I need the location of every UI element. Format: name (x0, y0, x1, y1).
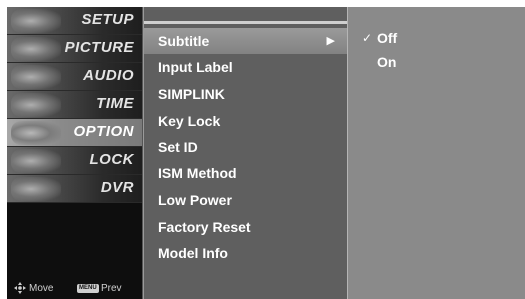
category-label: TIME (96, 95, 134, 112)
audio-speaker-icon (11, 65, 61, 89)
submenu-item-factory-reset[interactable]: Factory Reset (144, 214, 347, 240)
submenu-item-ism-method[interactable]: ISM Method (144, 160, 347, 186)
submenu-item-label: Input Label (158, 59, 233, 75)
option-on[interactable]: On (348, 50, 525, 74)
submenu-item-set-id[interactable]: Set ID (144, 134, 347, 160)
navigation-hint: Move MENU Prev (7, 277, 142, 299)
submenu-item-subtitle[interactable]: Subtitle ▶ (144, 28, 347, 54)
category-dvr[interactable]: DVR (7, 175, 142, 203)
option-off[interactable]: ✓ Off (348, 26, 525, 50)
submenu-item-key-lock[interactable]: Key Lock (144, 108, 347, 134)
submenu-item-label: Subtitle (158, 33, 210, 49)
time-clock-icon (11, 93, 61, 117)
move-arrows-icon (14, 282, 26, 294)
category-label: LOCK (89, 151, 134, 168)
dvr-disc-icon (11, 177, 61, 201)
category-picture[interactable]: PICTURE (7, 35, 142, 63)
category-label: SETUP (81, 11, 134, 28)
submenu-item-model-info[interactable]: Model Info (144, 240, 347, 266)
subtitle-options-panel: ✓ Off On (347, 7, 525, 299)
right-arrow-icon: ▶ (326, 35, 335, 47)
option-submenu: Subtitle ▶ Input Label SIMPLINK Key Lock… (143, 7, 347, 299)
submenu-item-low-power[interactable]: Low Power (144, 187, 347, 213)
menu-key-icon: MENU (77, 284, 99, 293)
picture-film-icon (11, 37, 61, 61)
submenu-top-divider (144, 21, 347, 24)
category-label: DVR (100, 179, 134, 196)
setup-satellite-icon (11, 9, 61, 33)
submenu-item-input-label[interactable]: Input Label (144, 54, 347, 80)
submenu-item-label: Low Power (158, 192, 232, 208)
submenu-item-label: Key Lock (158, 113, 221, 129)
submenu-item-simplink[interactable]: SIMPLINK (144, 81, 347, 107)
option-stamp-icon (11, 121, 61, 145)
submenu-item-label: ISM Method (158, 165, 237, 181)
category-label: PICTURE (64, 39, 134, 56)
prev-hint-label: Prev (101, 283, 122, 294)
category-time[interactable]: TIME (7, 91, 142, 119)
category-label: AUDIO (83, 67, 134, 84)
submenu-item-label: Model Info (158, 245, 228, 261)
option-label: On (377, 54, 397, 70)
submenu-item-label: Factory Reset (158, 219, 251, 235)
lock-icon (11, 149, 61, 173)
category-label: OPTION (73, 123, 134, 140)
category-audio[interactable]: AUDIO (7, 63, 142, 91)
option-label: Off (377, 30, 398, 46)
tv-menu-screen: SETUP PICTURE AUDIO TIME OPTION LOCK DVR (7, 7, 525, 299)
checkmark-icon: ✓ (362, 31, 373, 45)
submenu-item-label: Set ID (158, 139, 198, 155)
category-setup[interactable]: SETUP (7, 7, 142, 35)
category-menu: SETUP PICTURE AUDIO TIME OPTION LOCK DVR (7, 7, 143, 299)
submenu-item-label: SIMPLINK (158, 86, 225, 102)
move-hint-label: Move (29, 283, 54, 294)
category-lock[interactable]: LOCK (7, 147, 142, 175)
category-option[interactable]: OPTION (7, 119, 142, 147)
